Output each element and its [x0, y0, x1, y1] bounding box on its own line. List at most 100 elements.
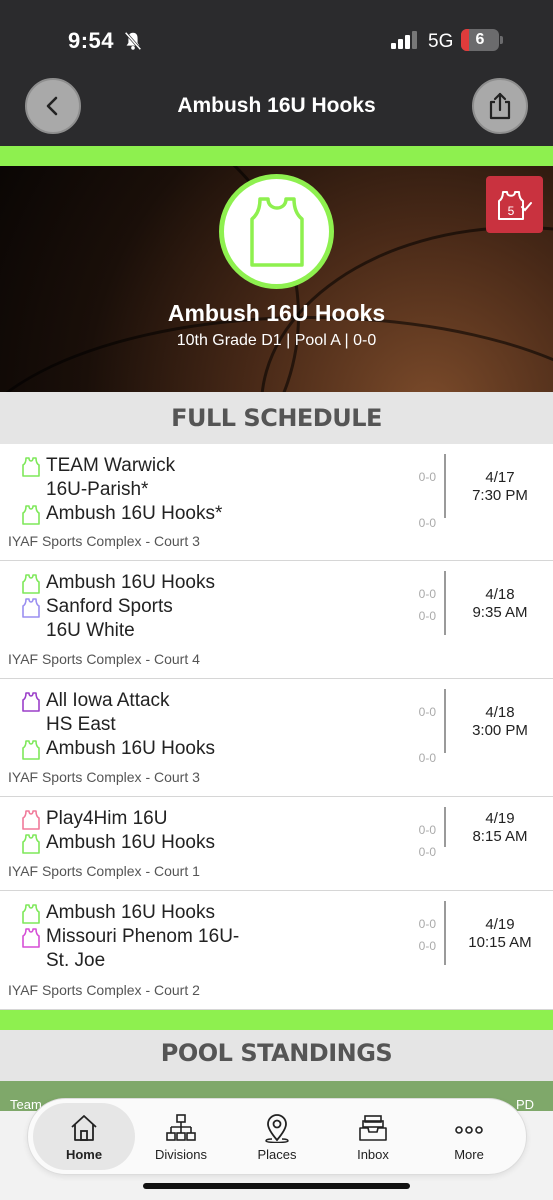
- row-divider: [444, 571, 446, 635]
- battery-icon: 6: [461, 29, 503, 51]
- team-score: 0-0: [418, 470, 436, 484]
- more-icon: [455, 1126, 483, 1134]
- status-time: 9:54: [68, 28, 115, 53]
- accent-bar-bottom: [0, 1010, 553, 1030]
- team-hero: Ambush 16U Hooks 10th Grade D1 | Pool A …: [0, 166, 553, 392]
- team-entry[interactable]: Ambush 16U Hooks: [22, 901, 215, 925]
- checkin-badge-button[interactable]: 5: [486, 176, 543, 233]
- team-logo: [219, 174, 334, 289]
- team-score: 0-0: [418, 845, 436, 859]
- game-time: 7:30 PM: [472, 487, 528, 504]
- tab-label: Inbox: [357, 1147, 389, 1162]
- team-name: Ambush 16U Hooks: [46, 902, 215, 923]
- game-datetime: 4/19 10:15 AM: [450, 916, 550, 952]
- map-pin-icon: [265, 1114, 289, 1143]
- page-title: Ambush 16U Hooks: [177, 94, 376, 117]
- tab-label: Places: [257, 1147, 297, 1162]
- game-date: 4/17: [485, 469, 515, 486]
- game-row[interactable]: Ambush 16U Hooks 0-0 Sanford Sports 16U Wh…: [0, 561, 553, 679]
- game-datetime: 4/18 9:35 AM: [450, 586, 550, 622]
- game-location[interactable]: IYAF Sports Complex - Court 2: [8, 982, 200, 998]
- team-entry[interactable]: Ambush 16U Hooks: [22, 737, 215, 761]
- game-location[interactable]: IYAF Sports Complex - Court 4: [8, 651, 200, 667]
- game-location[interactable]: IYAF Sports Complex - Court 3: [8, 769, 200, 785]
- standings-header: POOL STANDINGS: [0, 1030, 553, 1081]
- team-score: 0-0: [418, 516, 436, 530]
- badge-number: 5: [507, 204, 514, 218]
- team-name: Missouri Phenom 16U- St. Joe: [46, 926, 240, 971]
- team-name: Play4Him 16U: [46, 808, 168, 829]
- jersey-icon: [22, 928, 40, 948]
- team-score: 0-0: [418, 823, 436, 837]
- game-datetime: 4/18 3:00 PM: [450, 704, 550, 740]
- team-score: 0-0: [418, 939, 436, 953]
- signal-icon: [391, 31, 417, 49]
- jersey-icon: [22, 740, 40, 760]
- tab-home[interactable]: Home: [33, 1103, 135, 1170]
- jersey-icon: [22, 598, 40, 618]
- tab-label: More: [454, 1147, 484, 1162]
- row-divider: [444, 689, 446, 753]
- team-entry[interactable]: All Iowa Attack HS East: [22, 689, 170, 737]
- silent-bell-icon: [124, 31, 142, 51]
- team-score: 0-0: [418, 587, 436, 601]
- jersey-icon: [22, 457, 40, 477]
- divisions-icon: [166, 1114, 196, 1141]
- top-bar: 9:54 5G 6 Ambush 16U Hooks: [0, 0, 553, 146]
- game-time: 10:15 AM: [468, 934, 532, 951]
- game-time: 3:00 PM: [472, 722, 528, 739]
- game-date: 4/18: [485, 704, 515, 721]
- game-time: 8:15 AM: [472, 828, 528, 845]
- game-row[interactable]: Ambush 16U Hooks 0-0 Missouri Phenom 16U- …: [0, 891, 553, 1010]
- tab-label: Divisions: [154, 1147, 207, 1162]
- tab-places[interactable]: Places: [227, 1103, 327, 1170]
- tab-more[interactable]: More: [419, 1103, 519, 1170]
- game-row[interactable]: TEAM Warwick 16U-Parish* 0-0 Ambush 16U Ho…: [0, 444, 553, 561]
- network-type: 5G: [428, 31, 454, 52]
- team-entry[interactable]: Missouri Phenom 16U- St. Joe: [22, 925, 239, 973]
- game-time: 9:35 AM: [472, 604, 528, 621]
- jersey-check-icon: 5: [497, 190, 532, 220]
- team-entry[interactable]: TEAM Warwick 16U-Parish*: [22, 454, 175, 502]
- team-name: Ambush 16U Hooks*: [46, 503, 223, 524]
- team-entry[interactable]: Ambush 16U Hooks: [22, 571, 215, 595]
- row-divider: [444, 807, 446, 847]
- jersey-icon: [22, 574, 40, 594]
- team-entry[interactable]: Play4Him 16U: [22, 807, 167, 831]
- schedule-header: FULL SCHEDULE: [0, 392, 553, 444]
- share-button[interactable]: [472, 78, 528, 134]
- inbox-icon: [359, 1115, 387, 1141]
- game-location[interactable]: IYAF Sports Complex - Court 3: [8, 533, 200, 549]
- jersey-icon: [22, 692, 40, 712]
- team-score: 0-0: [418, 609, 436, 623]
- game-row[interactable]: Play4Him 16U 0-0 Ambush 16U Hooks 0-0 4/19 8:…: [0, 797, 553, 891]
- team-entry[interactable]: Ambush 16U Hooks*: [22, 502, 222, 526]
- jersey-icon: [249, 196, 304, 267]
- tab-divisions[interactable]: Divisions: [131, 1103, 231, 1170]
- jersey-icon: [22, 505, 40, 525]
- team-name: Sanford Sports 16U White: [46, 596, 173, 641]
- game-datetime: 4/19 8:15 AM: [450, 810, 550, 846]
- tab-inbox[interactable]: Inbox: [323, 1103, 423, 1170]
- home-indicator: [143, 1183, 410, 1189]
- game-date: 4/19: [485, 916, 515, 933]
- game-date: 4/19: [485, 810, 515, 827]
- team-name: Ambush 16U Hooks: [46, 832, 215, 853]
- jersey-icon: [22, 904, 40, 924]
- team-name: TEAM Warwick 16U-Parish*: [46, 455, 176, 500]
- team-entry[interactable]: Sanford Sports 16U White: [22, 595, 173, 643]
- tab-label: Home: [65, 1147, 103, 1162]
- row-divider: [444, 901, 446, 965]
- team-entry[interactable]: Ambush 16U Hooks: [22, 831, 215, 855]
- team-division-info: 10th Grade D1 | Pool A | 0-0: [176, 332, 377, 349]
- status-bar: 9:54 5G 6: [0, 0, 553, 80]
- game-datetime: 4/17 7:30 PM: [450, 469, 550, 505]
- game-location[interactable]: IYAF Sports Complex - Court 1: [8, 863, 200, 879]
- bottom-tab-bar: Home Divisions Places Inbox More: [27, 1098, 527, 1175]
- team-name: Ambush 16U Hooks: [167, 300, 386, 326]
- game-row[interactable]: All Iowa Attack HS East 0-0 Ambush 16U Hoo…: [0, 679, 553, 797]
- battery-level: 6: [475, 31, 485, 48]
- team-name: Ambush 16U Hooks: [46, 738, 215, 759]
- share-icon: [489, 92, 511, 120]
- team-name: All Iowa Attack HS East: [46, 690, 170, 735]
